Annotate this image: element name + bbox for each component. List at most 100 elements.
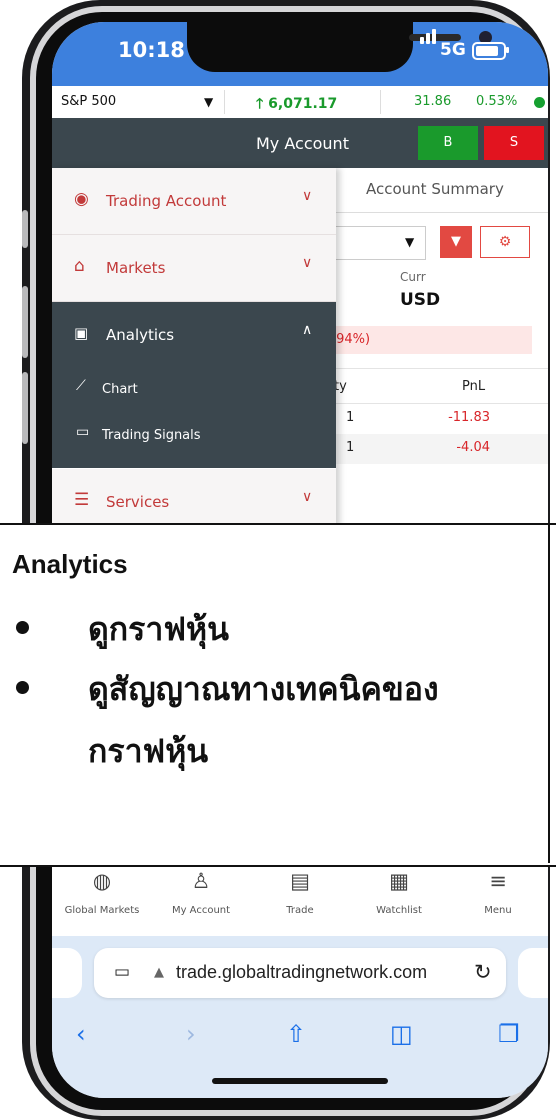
- back-icon[interactable]: ‹: [76, 1020, 86, 1048]
- pnl-percent-strip: .94%): [332, 326, 532, 354]
- browser-chrome: ▭ ▲ trade.globaltradingnetwork.com ↻ ‹ ›…: [52, 936, 548, 1098]
- menu-item-markets[interactable]: ⌂ Markets ∨: [52, 235, 336, 302]
- column-pnl[interactable]: PnL: [462, 379, 485, 394]
- chevron-down-icon[interactable]: ▼: [204, 95, 213, 109]
- ticker-price-value: 6,071.17: [268, 96, 338, 112]
- filter-button[interactable]: ▼: [440, 226, 472, 258]
- table-row[interactable]: 1 -4.04: [332, 434, 548, 464]
- menu-icon: ≡: [489, 869, 507, 893]
- submenu-item-label: Trading Signals: [102, 428, 201, 443]
- submenu-item-trading-signals[interactable]: ▭ Trading Signals: [52, 414, 336, 458]
- forward-icon[interactable]: ›: [186, 1020, 196, 1048]
- chevron-down-icon: ▼: [405, 235, 415, 249]
- divider: [380, 90, 381, 114]
- chevron-up-icon: ∧: [302, 322, 313, 338]
- tab-label: Trade: [286, 905, 314, 916]
- tab-label: Menu: [484, 905, 512, 916]
- globe-icon: ◍: [92, 869, 112, 893]
- analytics-icon: ▣: [74, 324, 89, 342]
- table-row[interactable]: 1 -11.83: [332, 404, 548, 434]
- home-indicator: [212, 1078, 388, 1084]
- menu-item-label: Markets: [106, 259, 166, 277]
- tab-global-markets[interactable]: ◍ Global Markets: [52, 857, 152, 937]
- menu-item-label: Trading Account: [106, 192, 227, 210]
- page-title: My Account: [256, 134, 349, 153]
- bullet-dot: [16, 681, 29, 694]
- line-chart-icon: ⟋: [76, 378, 86, 394]
- row-quantity: 1: [346, 440, 355, 455]
- notch: [187, 22, 492, 72]
- divider: [224, 90, 225, 114]
- ticker-symbol[interactable]: S&P 500: [61, 94, 116, 109]
- settings-button[interactable]: ⚙: [480, 226, 530, 258]
- row-pnl: -11.83: [448, 410, 490, 425]
- row-pnl: -4.04: [456, 440, 490, 455]
- previous-tab-card[interactable]: [52, 948, 82, 998]
- status-time: 10:18: [118, 38, 185, 62]
- bottom-tab-bar: ◍ Global Markets ♙ My Account ▤ Trade ▦ …: [52, 856, 548, 937]
- tab-menu[interactable]: ≡ Menu: [448, 857, 548, 937]
- tab-watchlist[interactable]: ▦ Watchlist: [349, 857, 449, 937]
- buy-button[interactable]: B: [418, 126, 478, 160]
- chevron-down-icon: ∨: [302, 489, 313, 505]
- mute-switch: [22, 210, 28, 248]
- volume-down-button: [22, 372, 28, 444]
- tab-label: Global Markets: [64, 905, 140, 916]
- ticker-change-pct: 0.53%: [476, 94, 518, 109]
- callout-bullet-text: ดูกราฟหุ้น: [88, 610, 229, 648]
- arrow-up-icon: 🡑: [256, 96, 264, 112]
- bullet-dot: [16, 621, 29, 634]
- gear-icon: ⚙: [498, 234, 512, 250]
- volume-up-button: [22, 286, 28, 358]
- market-status-dot: [534, 97, 545, 108]
- user-circle-icon: ◉: [74, 189, 89, 209]
- chevron-down-icon: ∨: [302, 188, 313, 204]
- menu-item-trading-account[interactable]: ◉ Trading Account ∨: [52, 168, 336, 235]
- battery-tip: [506, 47, 509, 53]
- menu-item-analytics[interactable]: ▣ Analytics ∧: [52, 302, 336, 368]
- tab-account-summary[interactable]: Account Summary: [366, 180, 504, 198]
- battery-fill: [476, 46, 498, 56]
- callout-title: Analytics: [12, 549, 128, 579]
- callout-bullet-text: กราฟหุ้น: [88, 732, 209, 770]
- app-header: My Account B S: [52, 118, 548, 168]
- next-tab-card[interactable]: [518, 948, 548, 998]
- ticker-price: 🡑 6,071.17: [256, 93, 337, 117]
- battery-icon: [472, 42, 506, 60]
- bookmarks-icon[interactable]: ◫: [390, 1020, 413, 1048]
- tab-label: My Account: [171, 905, 231, 916]
- status-bar: 10:18 5G: [52, 22, 548, 86]
- lock-icon: ▲: [154, 965, 164, 980]
- tabs-icon[interactable]: ❐: [498, 1020, 520, 1048]
- ticker-bar: S&P 500 ▼ 🡑 6,071.17 31.86 0.53%: [52, 86, 548, 119]
- submenu-item-label: Chart: [102, 382, 138, 397]
- tab-trade[interactable]: ▤ Trade: [250, 857, 350, 937]
- callout-edge: [548, 523, 550, 863]
- pnl-percent-text: .94%): [332, 332, 371, 347]
- side-menu: ◉ Trading Account ∨ ⌂ Markets ∨ ▣ Analyt…: [52, 168, 336, 536]
- row-quantity: 1: [346, 410, 355, 425]
- submenu-item-chart[interactable]: ⟋ Chart: [52, 368, 336, 412]
- menu-item-label: Services: [106, 493, 170, 511]
- currency-value: USD: [400, 290, 441, 310]
- ticker-change: 31.86: [414, 94, 452, 109]
- page-menu-icon[interactable]: ▭: [114, 962, 130, 982]
- sell-button[interactable]: S: [484, 126, 544, 160]
- wallet-icon: ▤: [290, 869, 310, 893]
- chevron-down-icon: ∨: [302, 255, 313, 271]
- callout-bullet-text: ดูสัญญาณทางเทคนิคของ: [88, 670, 439, 708]
- analytics-submenu: ⟋ Chart ▭ Trading Signals: [52, 368, 336, 468]
- currency-label: Curr: [400, 270, 426, 284]
- url-text[interactable]: trade.globaltradingnetwork.com: [176, 962, 427, 983]
- book-icon: ▭: [76, 424, 90, 440]
- bank-icon: ⌂: [74, 256, 85, 276]
- account-select[interactable]: ▼: [332, 226, 426, 260]
- network-type: 5G: [440, 40, 466, 60]
- tab-my-account[interactable]: ♙ My Account: [151, 857, 251, 937]
- filter-icon: ▼: [451, 234, 461, 249]
- address-bar[interactable]: ▭ ▲ trade.globaltradingnetwork.com ↻: [94, 948, 506, 998]
- tab-label: Watchlist: [376, 905, 422, 916]
- calculator-icon: ▦: [389, 869, 409, 893]
- reload-icon[interactable]: ↻: [474, 960, 492, 984]
- share-icon[interactable]: ⇧: [286, 1020, 306, 1048]
